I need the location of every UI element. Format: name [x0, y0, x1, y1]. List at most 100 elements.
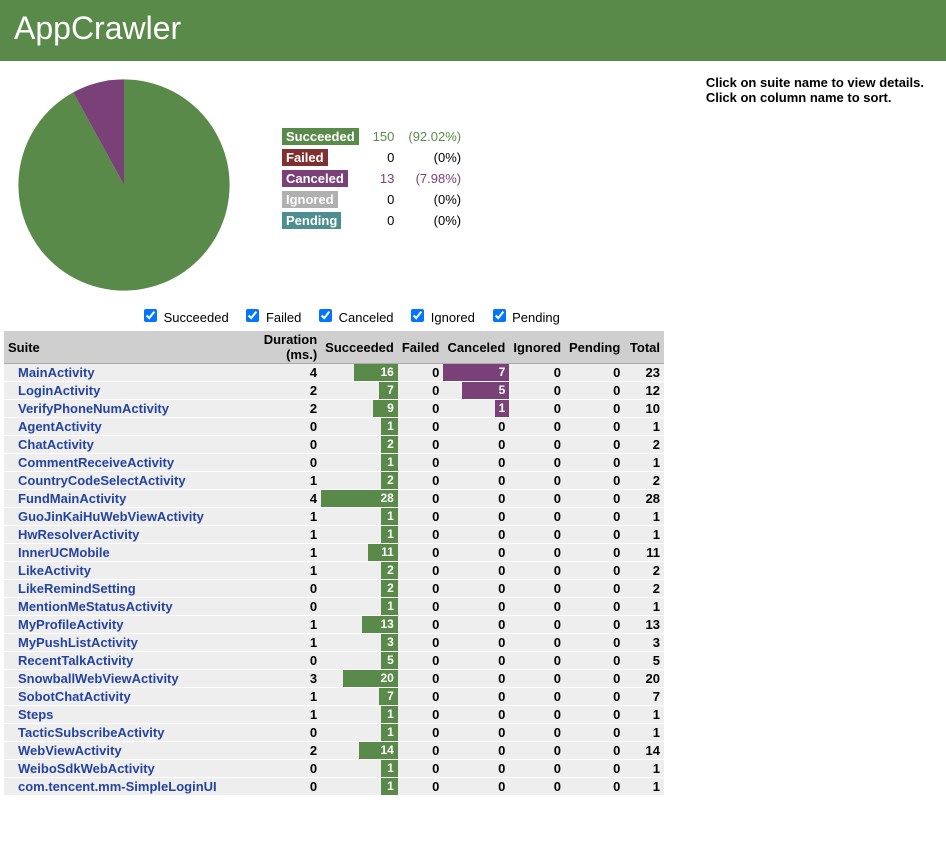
filter-failed-checkbox[interactable] [246, 309, 259, 322]
filter-pending-checkbox[interactable] [493, 309, 506, 322]
cell-duration: 1 [228, 544, 321, 562]
col-ignored[interactable]: Ignored [509, 331, 565, 364]
legend-label: Canceled [282, 170, 348, 187]
suite-link[interactable]: HwResolverActivity [8, 527, 139, 542]
legend-pct: (7.98%) [402, 169, 467, 188]
filter-canceled[interactable]: Canceled [315, 310, 394, 325]
cell-failed: 0 [398, 670, 444, 688]
suite-link[interactable]: SobotChatActivity [8, 689, 131, 704]
cell-failed: 0 [398, 454, 444, 472]
col-failed[interactable]: Failed [398, 331, 444, 364]
suite-link[interactable]: TacticSubscribeActivity [8, 725, 164, 740]
cell-failed: 0 [398, 418, 444, 436]
suite-link[interactable]: Steps [8, 707, 53, 722]
cell-succeeded: 2 [321, 472, 398, 490]
hint-text: Click on suite name to view details. Cli… [706, 75, 932, 298]
cell-succeeded: 1 [321, 724, 398, 742]
col-succeeded[interactable]: Succeeded [321, 331, 398, 364]
cell-total: 23 [624, 364, 664, 382]
cell-succeeded: 16 [321, 364, 398, 382]
cell-ignored: 0 [509, 688, 565, 706]
cell-succeeded: 5 [321, 652, 398, 670]
cell-total: 3 [624, 634, 664, 652]
suite-link[interactable]: AgentActivity [8, 419, 102, 434]
cell-succeeded: 7 [321, 382, 398, 400]
filter-canceled-checkbox[interactable] [319, 309, 332, 322]
cell-ignored: 0 [509, 544, 565, 562]
cell-duration: 0 [228, 580, 321, 598]
cell-canceled: 7 [443, 364, 509, 382]
table-row: HwResolverActivity1100001 [4, 526, 664, 544]
suite-link[interactable]: CommentReceiveActivity [8, 455, 174, 470]
suite-link[interactable]: MyPushListActivity [8, 635, 138, 650]
suite-link[interactable]: RecentTalkActivity [8, 653, 133, 668]
suite-link[interactable]: MyProfileActivity [8, 617, 123, 632]
filter-pending[interactable]: Pending [489, 310, 560, 325]
cell-duration: 0 [228, 778, 321, 796]
suite-link[interactable]: CountryCodeSelectActivity [8, 473, 186, 488]
col-duration[interactable]: Duration (ms.) [228, 331, 321, 364]
col-canceled[interactable]: Canceled [443, 331, 509, 364]
suite-link[interactable]: WebViewActivity [8, 743, 122, 758]
table-row: SobotChatActivity1700007 [4, 688, 664, 706]
cell-duration: 1 [228, 562, 321, 580]
suite-link[interactable]: GuoJinKaiHuWebViewActivity [8, 509, 204, 524]
cell-succeeded: 1 [321, 526, 398, 544]
cell-canceled: 0 [443, 688, 509, 706]
suite-link[interactable]: MentionMeStatusActivity [8, 599, 173, 614]
filter-succeeded[interactable]: Succeeded [140, 310, 229, 325]
cell-canceled: 0 [443, 760, 509, 778]
cell-total: 28 [624, 490, 664, 508]
suite-link[interactable]: com.tencent.mm-SimpleLoginUI [8, 779, 217, 794]
filter-succeeded-checkbox[interactable] [144, 309, 157, 322]
cell-canceled: 0 [443, 724, 509, 742]
cell-pending: 0 [565, 364, 624, 382]
cell-total: 20 [624, 670, 664, 688]
suite-link[interactable]: LikeActivity [8, 563, 91, 578]
suite-link[interactable]: FundMainActivity [8, 491, 126, 506]
filter-ignored[interactable]: Ignored [407, 310, 475, 325]
suite-link[interactable]: InnerUCMobile [8, 545, 110, 560]
cell-canceled: 0 [443, 544, 509, 562]
suite-link[interactable]: SnowballWebViewActivity [8, 671, 179, 686]
cell-pending: 0 [565, 616, 624, 634]
suite-link[interactable]: MainActivity [8, 365, 95, 380]
cell-succeeded: 20 [321, 670, 398, 688]
cell-total: 2 [624, 580, 664, 598]
cell-succeeded: 11 [321, 544, 398, 562]
table-row: MyProfileActivity113000013 [4, 616, 664, 634]
table-row: LikeActivity1200002 [4, 562, 664, 580]
suite-link[interactable]: WeiboSdkWebActivity [8, 761, 155, 776]
suite-link[interactable]: LoginActivity [8, 383, 100, 398]
suite-link[interactable]: ChatActivity [8, 437, 94, 452]
filter-failed[interactable]: Failed [242, 310, 301, 325]
suite-link[interactable]: LikeRemindSetting [8, 581, 136, 596]
cell-pending: 0 [565, 742, 624, 760]
cell-succeeded: 1 [321, 760, 398, 778]
cell-ignored: 0 [509, 508, 565, 526]
cell-ignored: 0 [509, 472, 565, 490]
col-pending[interactable]: Pending [565, 331, 624, 364]
filter-ignored-checkbox[interactable] [411, 309, 424, 322]
cell-ignored: 0 [509, 436, 565, 454]
cell-canceled: 0 [443, 598, 509, 616]
cell-total: 1 [624, 760, 664, 778]
cell-ignored: 0 [509, 724, 565, 742]
cell-duration: 1 [228, 688, 321, 706]
legend-count: 0 [367, 211, 401, 230]
col-suite[interactable]: Suite [4, 331, 228, 364]
cell-ignored: 0 [509, 580, 565, 598]
cell-canceled: 0 [443, 652, 509, 670]
cell-succeeded: 28 [321, 490, 398, 508]
cell-pending: 0 [565, 418, 624, 436]
filter-row: Succeeded Failed Canceled Ignored Pendin… [0, 302, 946, 331]
col-total[interactable]: Total [624, 331, 664, 364]
cell-duration: 0 [228, 760, 321, 778]
cell-duration: 1 [228, 616, 321, 634]
cell-duration: 2 [228, 400, 321, 418]
suite-link[interactable]: VerifyPhoneNumActivity [8, 401, 169, 416]
cell-ignored: 0 [509, 652, 565, 670]
cell-pending: 0 [565, 382, 624, 400]
table-row: RecentTalkActivity0500005 [4, 652, 664, 670]
legend-pct: (0%) [402, 148, 467, 167]
